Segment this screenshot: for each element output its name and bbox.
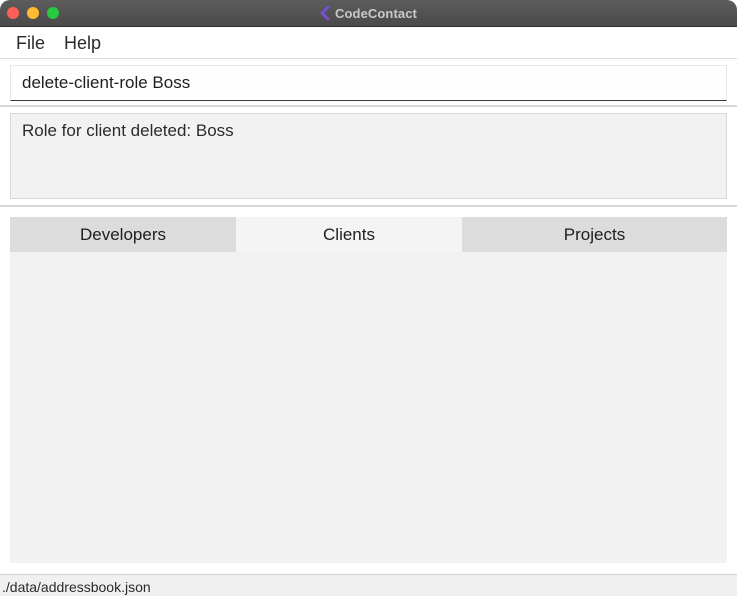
command-input[interactable] bbox=[11, 66, 726, 100]
window-title: CodeContact bbox=[335, 5, 417, 21]
menu-help[interactable]: Help bbox=[64, 33, 101, 54]
tab-developers[interactable]: Developers bbox=[10, 217, 236, 252]
menu-bar: File Help bbox=[0, 27, 737, 59]
tab-clients[interactable]: Clients bbox=[236, 217, 462, 252]
title-bar: CodeContact bbox=[0, 0, 737, 27]
status-bar: ./data/addressbook.json bbox=[0, 574, 737, 596]
window-title-group: CodeContact bbox=[0, 0, 737, 26]
result-display[interactable]: Role for client deleted: Boss bbox=[10, 113, 727, 199]
save-location-path: ./data/addressbook.json bbox=[2, 579, 151, 595]
divider-middle bbox=[0, 205, 737, 207]
command-box bbox=[10, 65, 727, 101]
tab-pane: Developers Clients Projects bbox=[10, 217, 727, 563]
result-message: Role for client deleted: Boss bbox=[22, 121, 234, 140]
divider-top bbox=[0, 105, 737, 107]
tab-header: Developers Clients Projects bbox=[10, 217, 727, 252]
menu-file[interactable]: File bbox=[16, 33, 45, 54]
tab-projects[interactable]: Projects bbox=[462, 217, 727, 252]
codecontact-logo-icon bbox=[320, 6, 330, 20]
